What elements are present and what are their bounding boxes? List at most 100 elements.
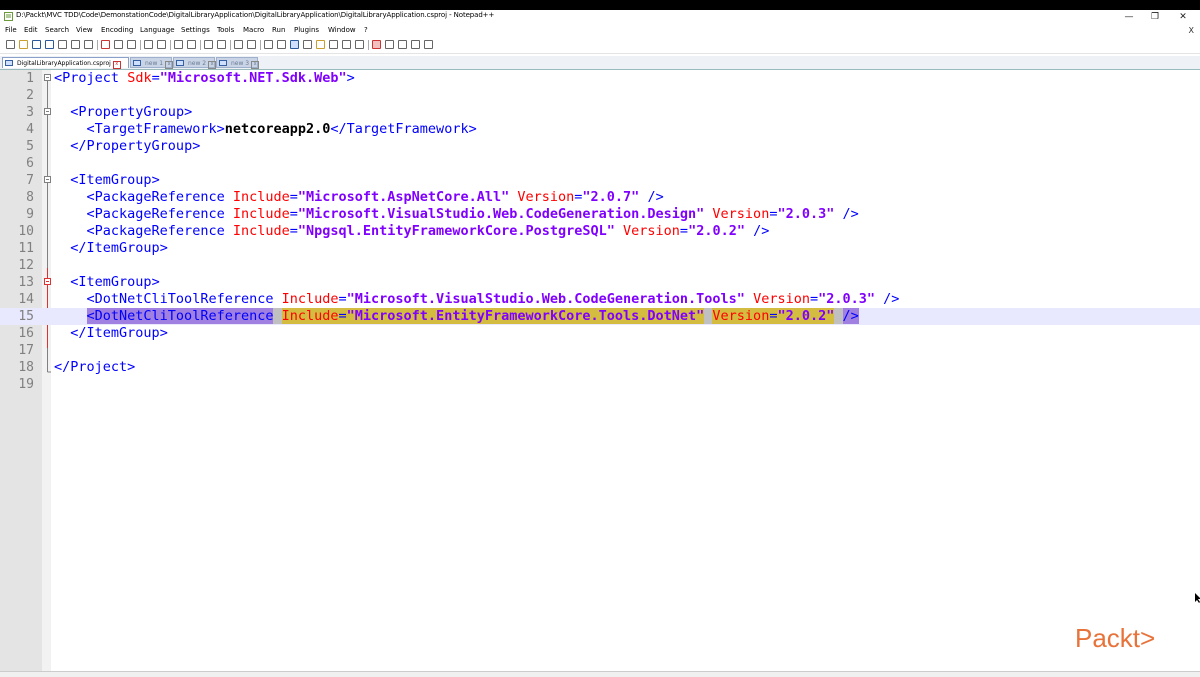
mouse-cursor-icon [1195,593,1200,603]
code-line[interactable]: 12 [0,257,1200,274]
window-title: D:\Packt\MVC TDD\Code\DemonstationCode\D… [16,11,495,19]
code-line[interactable]: 17 [0,342,1200,359]
code-line[interactable]: 5 </PropertyGroup> [0,138,1200,155]
code-text: </ItemGroup> [70,325,168,341]
code-text: <PackageReference Include="Microsoft.Vis… [86,206,859,222]
menu-view[interactable]: View [76,26,93,34]
tab-close-icon[interactable]: x [165,61,174,69]
stop-macro-icon[interactable] [385,40,394,49]
zoom-out-icon[interactable] [217,40,226,49]
menu-bar: File Edit Search View Encoding Language … [0,26,1200,37]
cut-icon[interactable] [101,40,110,49]
menu-plugins[interactable]: Plugins [294,26,319,34]
menu-edit[interactable]: Edit [24,26,38,34]
save-all-icon[interactable] [45,40,54,49]
code-line[interactable]: 10 <PackageReference Include="Npgsql.Ent… [0,223,1200,240]
menu-help[interactable]: ? [364,26,368,34]
menu-settings[interactable]: Settings [181,26,210,34]
toolbar-separator [200,40,201,50]
menu-encoding[interactable]: Encoding [101,26,133,34]
word-wrap-icon[interactable] [264,40,273,49]
redo-icon[interactable] [157,40,166,49]
copy-icon[interactable] [114,40,123,49]
tab-close-icon[interactable]: x [112,61,121,69]
code-line[interactable]: 8 <PackageReference Include="Microsoft.A… [0,189,1200,206]
code-line[interactable]: 1 <Project Sdk="Microsoft.NET.Sdk.Web"> [0,70,1200,87]
code-line-current[interactable]: 15 <DotNetCliToolReference Include="Micr… [0,308,1200,325]
sync-horizontal-icon[interactable] [247,40,256,49]
tab-new-3[interactable]: new 3x [216,57,260,69]
code-line[interactable]: 16 </ItemGroup> [0,325,1200,342]
menu-macro[interactable]: Macro [243,26,264,34]
code-line[interactable]: 3 <PropertyGroup> [0,104,1200,121]
user-language-icon[interactable] [303,40,312,49]
code-line[interactable]: 11 </ItemGroup> [0,240,1200,257]
indent-guide-icon[interactable] [290,40,299,49]
fold-toggle-icon[interactable] [44,176,51,183]
run-macro-multiple-icon[interactable] [411,40,420,49]
packt-logo: Packt> [1075,623,1155,653]
code-line[interactable]: 19 [0,376,1200,393]
code-line[interactable]: 6 [0,155,1200,172]
zoom-in-icon[interactable] [204,40,213,49]
open-file-icon[interactable] [19,40,28,49]
minimize-button[interactable]: — [1118,10,1140,24]
close-file-icon[interactable] [58,40,67,49]
close-button[interactable]: ✕ [1172,10,1194,24]
editor-area[interactable]: 1 <Project Sdk="Microsoft.NET.Sdk.Web"> … [0,70,1200,671]
line-number: 17 [18,343,34,358]
print-icon[interactable] [84,40,93,49]
fold-toggle-icon[interactable] [44,108,51,115]
function-list-icon[interactable] [329,40,338,49]
save-icon[interactable] [32,40,41,49]
save-macro-icon[interactable] [424,40,433,49]
new-file-icon[interactable] [6,40,15,49]
toolbar-separator [97,40,98,50]
menu-file[interactable]: File [5,26,17,34]
monitoring-icon[interactable] [355,40,364,49]
code-text: </PropertyGroup> [70,138,201,154]
doc-map-icon[interactable] [316,40,325,49]
play-macro-icon[interactable] [398,40,407,49]
document-tab-bar: DigitalLibraryApplication.csproj x new 1x… [0,56,1200,70]
menu-tools[interactable]: Tools [217,26,234,34]
menu-search[interactable]: Search [45,26,69,34]
code-line[interactable]: 7 <ItemGroup> [0,172,1200,189]
code-line[interactable]: 14 <DotNetCliToolReference Include="Micr… [0,291,1200,308]
line-number: 5 [26,139,34,154]
restore-button[interactable]: ❐ [1144,10,1166,24]
tab-close-icon[interactable]: x [251,61,260,69]
undo-icon[interactable] [144,40,153,49]
sync-vertical-icon[interactable] [234,40,243,49]
line-number: 14 [18,292,34,307]
code-line[interactable]: 18 </Project> [0,359,1200,376]
paste-icon[interactable] [127,40,136,49]
menu-language[interactable]: Language [140,26,175,34]
file-icon [176,60,184,66]
line-number: 2 [26,88,34,103]
menu-run[interactable]: Run [272,26,285,34]
code-line[interactable]: 2 [0,87,1200,104]
tab-digitallibraryapplication-csproj[interactable]: DigitalLibraryApplication.csproj x [2,57,129,69]
line-number: 13 [18,275,34,290]
code-text: <TargetFramework>netcoreapp2.0</TargetFr… [86,121,477,137]
record-macro-icon[interactable] [372,40,381,49]
fold-toggle-icon[interactable] [44,278,51,285]
code-line[interactable]: 4 <TargetFramework>netcoreapp2.0</Target… [0,121,1200,138]
tab-new-2[interactable]: new 2x [173,57,217,69]
line-number: 11 [18,241,34,256]
replace-icon[interactable] [187,40,196,49]
title-bar: D:\Packt\MVC TDD\Code\DemonstationCode\D… [0,10,1200,24]
tab-label: DigitalLibraryApplication.csproj [17,60,111,67]
show-all-chars-icon[interactable] [277,40,286,49]
close-document-button[interactable]: X [1189,26,1194,35]
fold-toggle-icon[interactable] [44,74,51,81]
menu-window[interactable]: Window [328,26,356,34]
tab-new-1[interactable]: new 1x [130,57,174,69]
close-all-icon[interactable] [71,40,80,49]
folder-workspace-icon[interactable] [342,40,351,49]
tab-close-icon[interactable]: x [208,61,217,69]
find-icon[interactable] [174,40,183,49]
code-line[interactable]: 9 <PackageReference Include="Microsoft.V… [0,206,1200,223]
code-line[interactable]: 13 <ItemGroup> [0,274,1200,291]
